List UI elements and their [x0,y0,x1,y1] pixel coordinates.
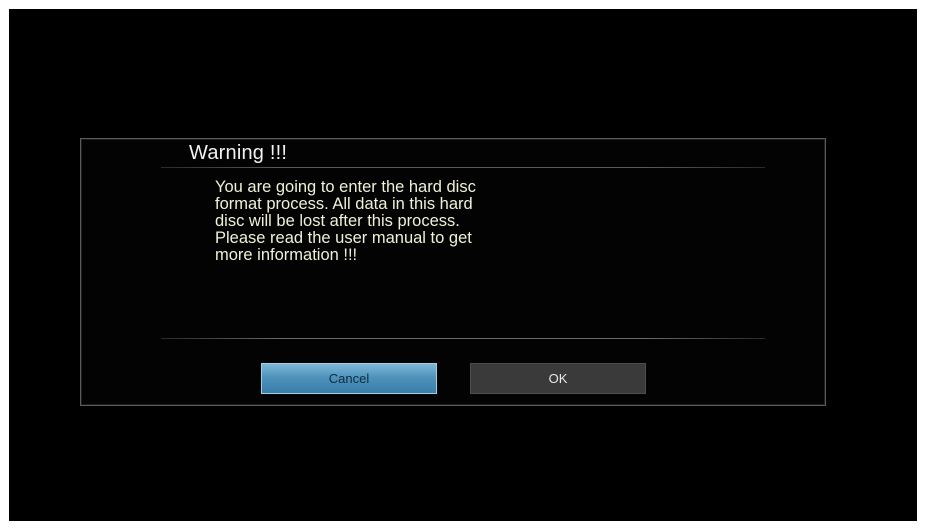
button-divider [161,338,765,339]
message-line: You are going to enter the hard disc [215,178,476,196]
title-divider [161,167,765,168]
message-line: more information !!! [215,246,358,264]
tv-screen: Warning !!! You are going to enter the h… [9,9,917,521]
cancel-button[interactable]: Cancel [261,363,437,394]
warning-message: You are going to enter the hard disc for… [215,179,595,264]
message-line: disc will be lost after this process. [215,212,460,230]
ok-button[interactable]: OK [470,363,646,394]
message-line: Please read the user manual to get [215,229,472,247]
dialog-title: Warning !!! [189,142,288,164]
warning-dialog: Warning !!! You are going to enter the h… [80,138,826,406]
message-line: format process. All data in this hard [215,195,473,213]
